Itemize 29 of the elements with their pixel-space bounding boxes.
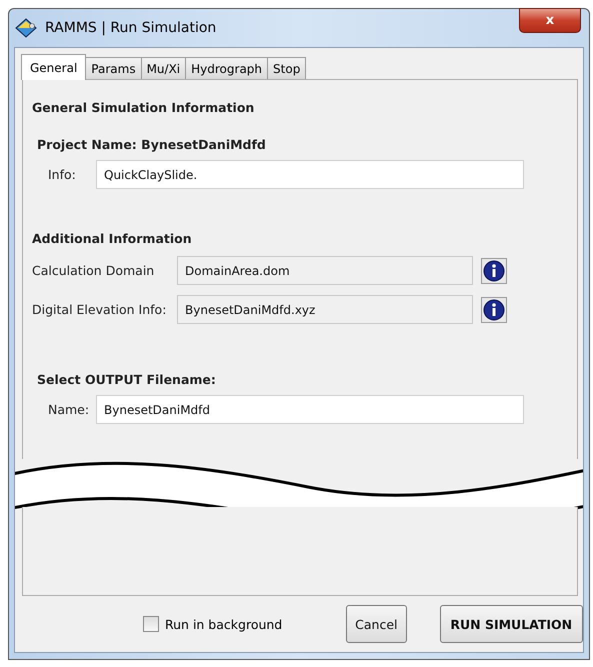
section-heading: General Simulation Information	[32, 100, 256, 115]
tab[interactable]: Stop	[267, 57, 306, 79]
tab[interactable]: General	[21, 54, 86, 80]
info-icon	[483, 260, 505, 282]
run-simulation-button[interactable]: RUN SIMULATION	[440, 605, 583, 643]
checkbox[interactable]	[143, 616, 159, 632]
project-name: Project Name: BynesetDaniMdfd	[37, 137, 267, 152]
app-logo-icon	[15, 18, 37, 38]
filename-field[interactable]: BynesetDaniMdfd	[96, 395, 524, 424]
section-heading: Additional Information	[32, 231, 193, 246]
text-field[interactable]: BynesetDaniMdfd.xyz	[177, 295, 473, 324]
window-title: RAMMS | Run Simulation	[45, 20, 216, 36]
run-in-background-checkbox[interactable]: Run in background	[143, 616, 342, 632]
info-button[interactable]	[481, 258, 507, 284]
text-field[interactable]: DomainArea.dom	[177, 256, 473, 285]
close-button[interactable]: x	[519, 8, 581, 33]
field-label: Calculation Domain	[32, 263, 156, 278]
info-icon	[483, 298, 505, 320]
tab[interactable]: Mu/Xi	[140, 57, 186, 79]
field-label: Name:	[48, 402, 90, 417]
field-label: Info:	[48, 167, 77, 182]
info-field[interactable]: QuickClaySlide.	[96, 160, 524, 189]
field-label: Digital Elevation Info:	[32, 302, 168, 317]
tab[interactable]: Hydrograph	[185, 57, 268, 79]
checkbox-label: Run in background	[165, 616, 282, 632]
tab[interactable]: Params	[85, 57, 142, 79]
section-heading: Select OUTPUT Filename:	[37, 372, 217, 387]
info-button[interactable]	[481, 296, 507, 322]
cancel-button[interactable]: Cancel	[346, 605, 407, 643]
